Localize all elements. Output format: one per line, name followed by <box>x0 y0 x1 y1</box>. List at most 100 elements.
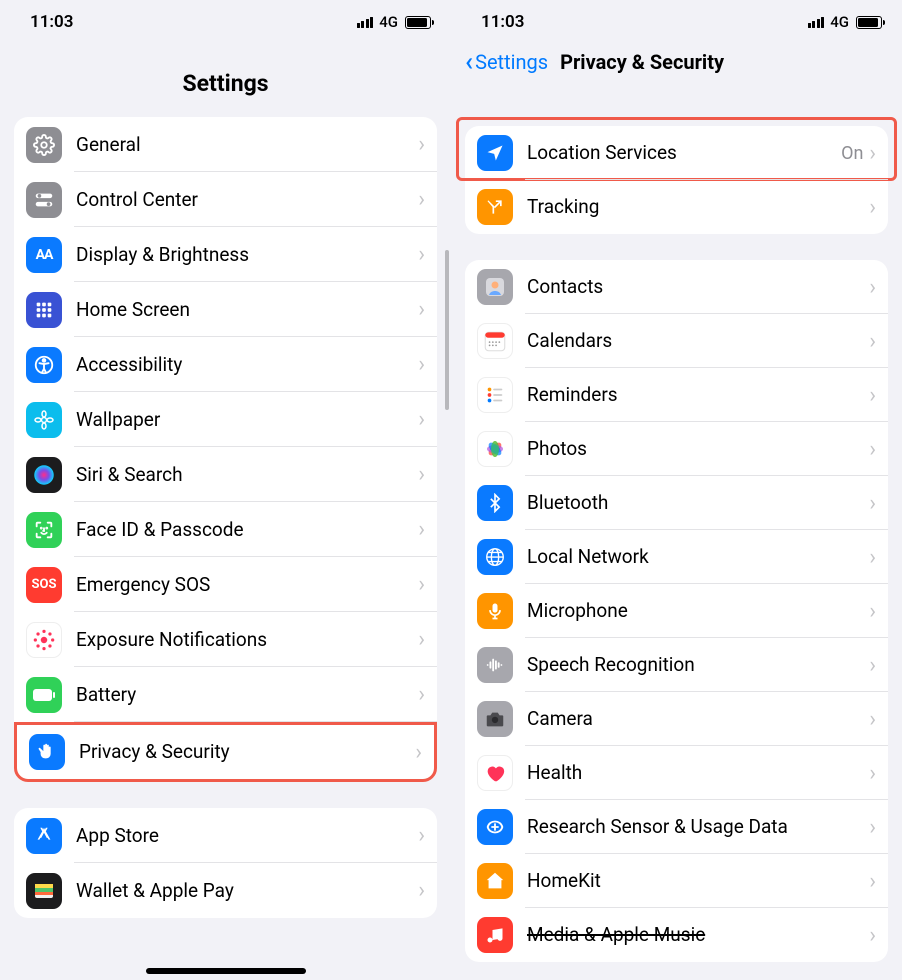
row-emergency-sos[interactable]: SOS Emergency SOS › <box>14 557 437 612</box>
row-tracking[interactable]: Tracking › <box>465 180 888 234</box>
signal-icon <box>808 17 825 28</box>
row-label: Privacy & Security <box>79 741 415 763</box>
row-exposure-notifications[interactable]: Exposure Notifications › <box>14 612 437 667</box>
chevron-right-icon: › <box>418 132 425 157</box>
privacy-list[interactable]: Location Services On › Tracking › Contac… <box>451 86 902 980</box>
chevron-right-icon: › <box>418 462 425 487</box>
chevron-right-icon: › <box>418 878 425 903</box>
row-label: Battery <box>76 684 418 706</box>
chevron-right-icon: › <box>869 653 876 678</box>
row-label: Calendars <box>527 330 869 352</box>
row-health[interactable]: Health › <box>465 746 888 800</box>
row-label: Emergency SOS <box>76 574 418 596</box>
chevron-right-icon: › <box>869 195 876 220</box>
row-battery[interactable]: Battery › <box>14 667 437 722</box>
row-microphone[interactable]: Microphone › <box>465 584 888 638</box>
row-display-brightness[interactable]: AA Display & Brightness › <box>14 227 437 282</box>
chevron-right-icon: › <box>418 627 425 652</box>
row-label: Control Center <box>76 189 418 211</box>
contacts-icon <box>477 269 513 305</box>
status-time: 11:03 <box>30 12 73 32</box>
row-label: Bluetooth <box>527 492 869 514</box>
exposure-icon <box>26 622 62 658</box>
row-reminders[interactable]: Reminders › <box>465 368 888 422</box>
row-privacy-security[interactable]: Privacy & Security › <box>14 722 437 782</box>
settings-list[interactable]: General › Control Center › AA Display & … <box>0 117 451 980</box>
back-button[interactable]: ‹ Settings <box>465 49 548 75</box>
network-label: 4G <box>379 13 398 31</box>
row-value: On <box>841 143 863 164</box>
chevron-right-icon: › <box>869 545 876 570</box>
toggles-icon <box>26 182 62 218</box>
chevron-right-icon: › <box>418 297 425 322</box>
row-label: Local Network <box>527 546 869 568</box>
row-camera[interactable]: Camera › <box>465 692 888 746</box>
row-contacts[interactable]: Contacts › <box>465 260 888 314</box>
wallet-icon <box>26 873 62 909</box>
row-label: Research Sensor & Usage Data <box>527 816 869 838</box>
photos-icon <box>477 431 513 467</box>
row-siri-search[interactable]: Siri & Search › <box>14 447 437 502</box>
row-label: Wallpaper <box>76 409 418 431</box>
row-research-sensor[interactable]: Research Sensor & Usage Data › <box>465 800 888 854</box>
chevron-right-icon: › <box>869 707 876 732</box>
page-title: Settings <box>182 70 268 97</box>
camera-icon <box>477 701 513 737</box>
row-homekit[interactable]: HomeKit › <box>465 854 888 908</box>
nav-header: Settings <box>0 40 451 117</box>
home-indicator[interactable] <box>146 968 306 974</box>
row-label: Health <box>527 762 869 784</box>
reminders-icon <box>477 377 513 413</box>
settings-group-1: General › Control Center › AA Display & … <box>14 117 437 782</box>
chevron-right-icon: › <box>418 352 425 377</box>
row-label: Location Services <box>527 142 841 164</box>
row-wallpaper[interactable]: Wallpaper › <box>14 392 437 447</box>
row-general[interactable]: General › <box>14 117 437 172</box>
row-wallet[interactable]: Wallet & Apple Pay › <box>14 863 437 918</box>
signal-icon <box>357 17 374 28</box>
privacy-group-1: Location Services On › Tracking › <box>465 126 888 234</box>
chevron-right-icon: › <box>418 517 425 542</box>
scrollbar[interactable] <box>445 250 449 410</box>
chevron-right-icon: › <box>869 329 876 354</box>
row-label: Reminders <box>527 384 869 406</box>
row-photos[interactable]: Photos › <box>465 422 888 476</box>
gear-icon <box>26 127 62 163</box>
chevron-right-icon: › <box>869 141 876 166</box>
row-bluetooth[interactable]: Bluetooth › <box>465 476 888 530</box>
waveform-icon <box>477 647 513 683</box>
row-accessibility[interactable]: Accessibility › <box>14 337 437 392</box>
row-app-store[interactable]: App Store › <box>14 808 437 863</box>
flower-icon <box>26 402 62 438</box>
battery-icon <box>856 16 882 29</box>
row-faceid-passcode[interactable]: Face ID & Passcode › <box>14 502 437 557</box>
row-speech-recognition[interactable]: Speech Recognition › <box>465 638 888 692</box>
nav-header: ‹ Settings Privacy & Security <box>451 40 902 86</box>
chevron-right-icon: › <box>869 491 876 516</box>
row-label: HomeKit <box>527 870 869 892</box>
bluetooth-icon <box>477 485 513 521</box>
text-size-icon: AA <box>26 237 62 273</box>
music-icon <box>477 917 513 953</box>
chevron-right-icon: › <box>418 682 425 707</box>
chevron-right-icon: › <box>869 923 876 948</box>
row-media-apple-music[interactable]: Media & Apple Music › <box>465 908 888 962</box>
chevron-right-icon: › <box>869 869 876 894</box>
siri-icon <box>26 457 62 493</box>
chevron-right-icon: › <box>418 187 425 212</box>
row-location-services[interactable]: Location Services On › <box>465 126 888 180</box>
row-calendars[interactable]: Calendars › <box>465 314 888 368</box>
row-home-screen[interactable]: Home Screen › <box>14 282 437 337</box>
row-label: Media & Apple Music <box>527 924 869 946</box>
globe-icon <box>477 539 513 575</box>
chevron-right-icon: › <box>869 761 876 786</box>
status-time: 11:03 <box>481 12 524 32</box>
heart-icon <box>477 755 513 791</box>
chevron-right-icon: › <box>869 815 876 840</box>
row-local-network[interactable]: Local Network › <box>465 530 888 584</box>
row-label: Speech Recognition <box>527 654 869 676</box>
row-control-center[interactable]: Control Center › <box>14 172 437 227</box>
research-icon <box>477 809 513 845</box>
row-label: Camera <box>527 708 869 730</box>
sos-icon: SOS <box>26 567 62 603</box>
